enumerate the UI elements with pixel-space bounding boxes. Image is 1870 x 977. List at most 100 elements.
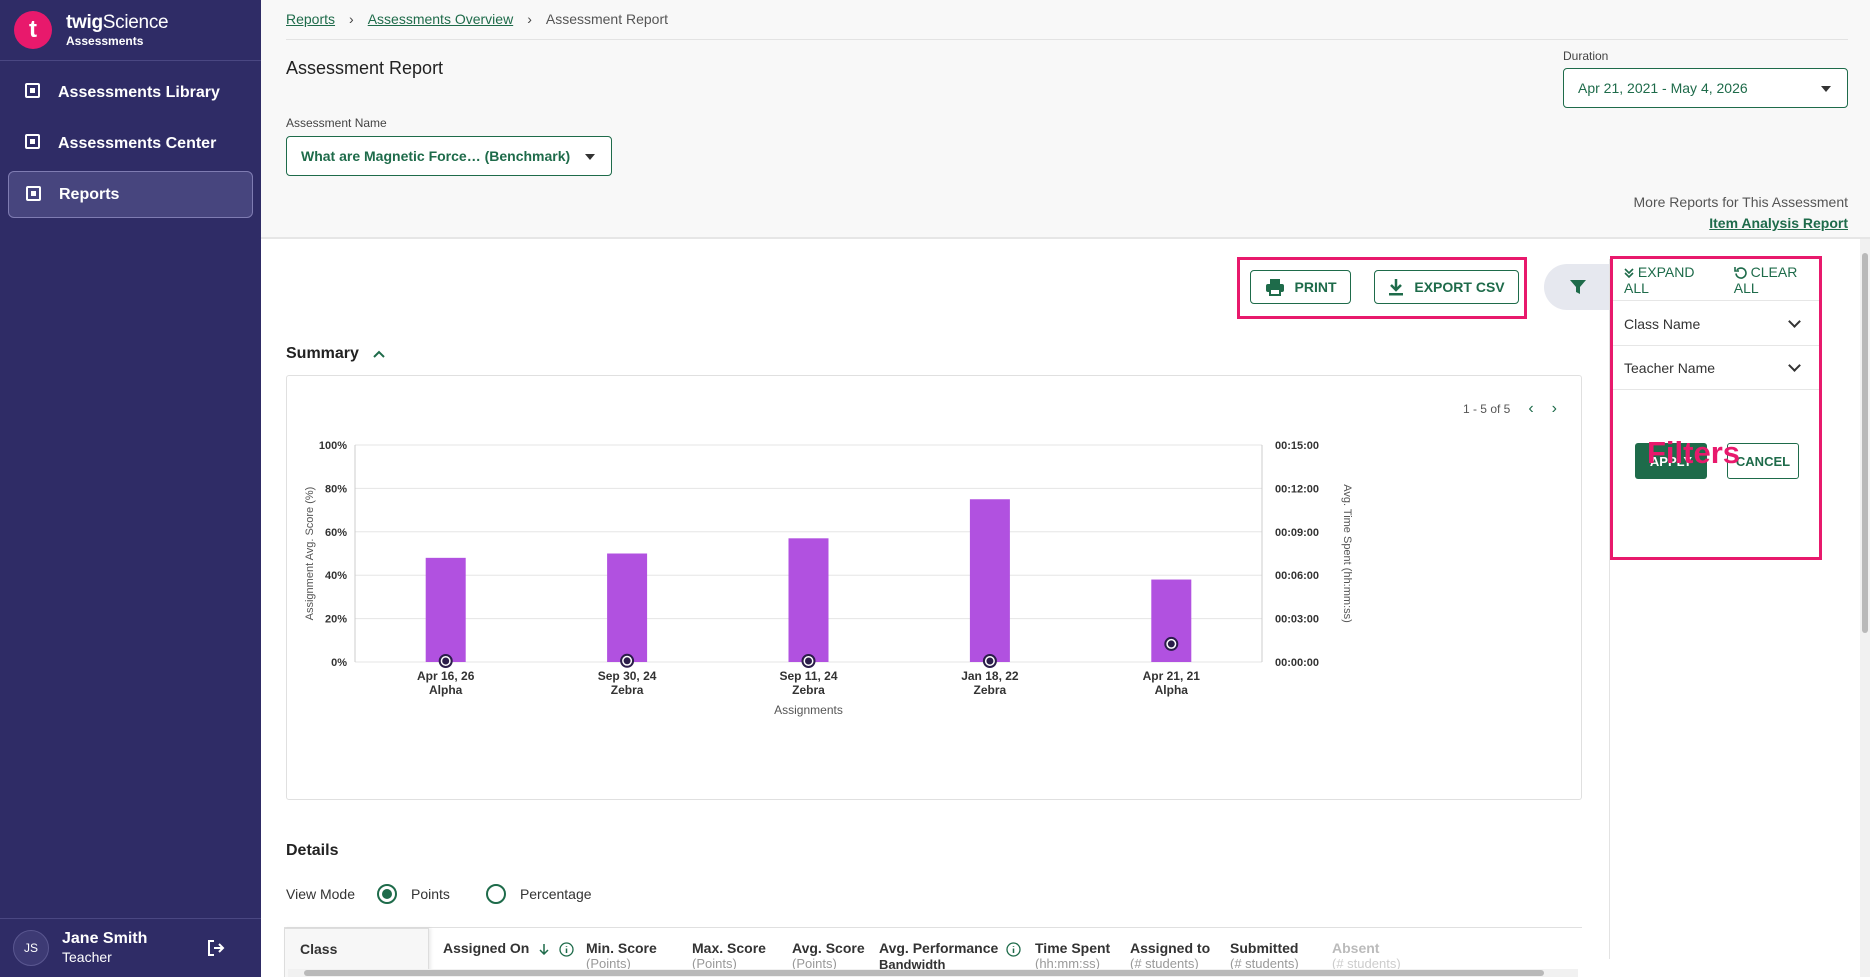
- details-title: Details: [286, 842, 339, 859]
- column-header-label: Avg. Score: [792, 940, 865, 956]
- column-header-label: Time Spent: [1035, 940, 1111, 956]
- divider: [286, 39, 1848, 40]
- bar: [425, 557, 466, 662]
- sidebar-nav: Assessments Library Assessments Center R…: [0, 69, 261, 218]
- y2-tick-label: 00:06:00: [1275, 570, 1319, 582]
- sidebar-item-reports[interactable]: Reports: [8, 171, 253, 218]
- summary-title[interactable]: Summary: [286, 345, 386, 363]
- column-header-label: Submitted: [1230, 940, 1299, 956]
- print-button-label: PRINT: [1294, 279, 1337, 295]
- logout-icon[interactable]: [207, 939, 225, 957]
- calendar-icon: [25, 134, 40, 149]
- breadcrumb-overview-link[interactable]: Assessments Overview: [368, 11, 513, 27]
- column-header-avg-performance: Avg. Performance Bandwidth: [879, 940, 1021, 972]
- sidebar-item-assessments-center[interactable]: Assessments Center: [8, 120, 253, 167]
- vertical-scrollbar[interactable]: [1860, 239, 1870, 977]
- user-role: Teacher: [62, 949, 112, 966]
- time-point-core: [1167, 640, 1175, 648]
- time-point-core: [986, 657, 994, 665]
- brand-name: twigScience: [66, 12, 169, 33]
- x-tick-label: Apr 21, 21: [1143, 669, 1201, 683]
- twig-logo-icon: t: [14, 11, 52, 49]
- y2-tick-label: 00:12:00: [1275, 483, 1319, 495]
- breadcrumb-separator-icon: ›: [527, 11, 532, 27]
- bar: [607, 553, 648, 662]
- column-header-time-spent: Time Spent (hh:mm:ss): [1035, 940, 1110, 971]
- percentage-radio[interactable]: [485, 884, 506, 904]
- assessment-name-value: What are Magnetic Force… (Benchmark): [301, 148, 571, 164]
- sidebar: t twigScience Assessments Assessments Li…: [0, 0, 261, 977]
- view-mode: View Mode Points Percentage: [286, 884, 592, 904]
- column-header-submitted: Submitted (# students): [1230, 940, 1299, 971]
- user-bar: JS Jane Smith Teacher: [0, 918, 261, 977]
- x-tick-sublabel: Zebra: [611, 683, 644, 697]
- horizontal-scrollbar-thumb[interactable]: [304, 970, 1544, 976]
- x-tick-sublabel: Alpha: [1155, 683, 1189, 697]
- summary-chart: 0% 00:00:00 20% 00:03:00 40% 00:06:00 60% 00:09…: [304, 440, 1353, 717]
- info-icon[interactable]: [1006, 942, 1021, 957]
- chart-icon: [26, 186, 41, 201]
- points-radio[interactable]: [377, 884, 398, 904]
- export-csv-button[interactable]: EXPORT CSV: [1374, 270, 1519, 304]
- summary-chart-card: 1 - 5 of 5 ‹ › 0% 00:00:00 20% 00:03:00 40% 0…: [286, 375, 1582, 800]
- x-tick-label: Sep 30, 24: [598, 669, 657, 683]
- sort-down-icon[interactable]: [539, 943, 549, 956]
- assessment-name-select[interactable]: What are Magnetic Force… (Benchmark): [286, 136, 612, 176]
- print-button[interactable]: PRINT: [1250, 270, 1351, 304]
- sidebar-item-label: Assessments Center: [58, 134, 217, 152]
- export-csv-label: EXPORT CSV: [1414, 279, 1505, 295]
- x-axis-label: Assignments: [774, 703, 843, 717]
- duration-select[interactable]: Apr 21, 2021 - May 4, 2026: [1563, 68, 1848, 108]
- view-mode-label: View Mode: [286, 886, 356, 902]
- y-axis-label: Assignment Avg. Score (%): [304, 487, 316, 621]
- bar: [788, 538, 829, 662]
- breadcrumb-separator-icon: ›: [349, 11, 354, 27]
- filter-panel-highlight: [1610, 256, 1822, 560]
- y-tick-label: 100%: [319, 440, 347, 452]
- y-tick-label: 20%: [325, 614, 347, 626]
- filters-annotation: Filters: [1647, 435, 1741, 470]
- column-header-absent: Absent (# students): [1332, 940, 1401, 971]
- time-point-core: [442, 657, 450, 665]
- duration-label: Duration: [1563, 49, 1609, 63]
- horizontal-scrollbar[interactable]: [288, 969, 1578, 977]
- more-reports: More Reports for This Assessment Item An…: [1634, 192, 1848, 234]
- printer-icon: [1265, 279, 1284, 296]
- assessment-name-label: Assessment Name: [286, 116, 387, 130]
- brand-subtitle: Assessments: [66, 33, 144, 48]
- item-analysis-report-link[interactable]: Item Analysis Report: [1709, 215, 1848, 231]
- column-header-label: Min. Score: [586, 940, 657, 956]
- page-title: Assessment Report: [286, 58, 444, 78]
- caret-down-icon: [585, 154, 595, 160]
- vertical-scrollbar-thumb[interactable]: [1862, 253, 1868, 633]
- y-tick-label: 60%: [325, 527, 347, 539]
- column-header-label: Absent: [1332, 940, 1380, 956]
- x-tick-label: Apr 16, 26: [417, 669, 475, 683]
- content-area: PRINT EXPORT CSV Summary 1 - 5 of 5 ‹ › …: [261, 239, 1870, 977]
- user-name: Jane Smith: [62, 930, 148, 948]
- filter-toggle-button[interactable]: [1544, 264, 1614, 310]
- breadcrumb-reports-link[interactable]: Reports: [286, 11, 335, 27]
- time-point-core: [623, 657, 631, 665]
- breadcrumb: Reports › Assessments Overview › Assessm…: [286, 11, 668, 27]
- x-tick-sublabel: Alpha: [429, 683, 463, 697]
- caret-down-icon: [1821, 86, 1831, 92]
- brand-text: twigScience Assessments: [66, 12, 169, 48]
- column-header-assigned-on[interactable]: Assigned On: [443, 940, 574, 957]
- avatar: JS: [13, 930, 49, 966]
- column-header-avg-score: Avg. Score (Points): [792, 940, 865, 971]
- column-header-min-score: Min. Score (Points): [586, 940, 657, 971]
- sidebar-item-assessments-library[interactable]: Assessments Library: [8, 69, 253, 116]
- info-icon[interactable]: [559, 942, 574, 957]
- x-tick-sublabel: Zebra: [792, 683, 825, 697]
- y2-tick-label: 00:03:00: [1275, 614, 1319, 626]
- library-icon: [25, 83, 40, 98]
- user-info: Jane Smith Teacher: [62, 929, 147, 967]
- summary-title-text: Summary: [286, 345, 359, 362]
- sidebar-item-label: Assessments Library: [58, 83, 220, 101]
- duration-value: Apr 21, 2021 - May 4, 2026: [1578, 80, 1748, 96]
- y-tick-label: 40%: [325, 570, 347, 582]
- x-tick-label: Jan 18, 22: [961, 669, 1019, 683]
- column-header-label: Avg. Performance: [879, 940, 999, 956]
- x-tick-label: Sep 11, 24: [779, 669, 837, 683]
